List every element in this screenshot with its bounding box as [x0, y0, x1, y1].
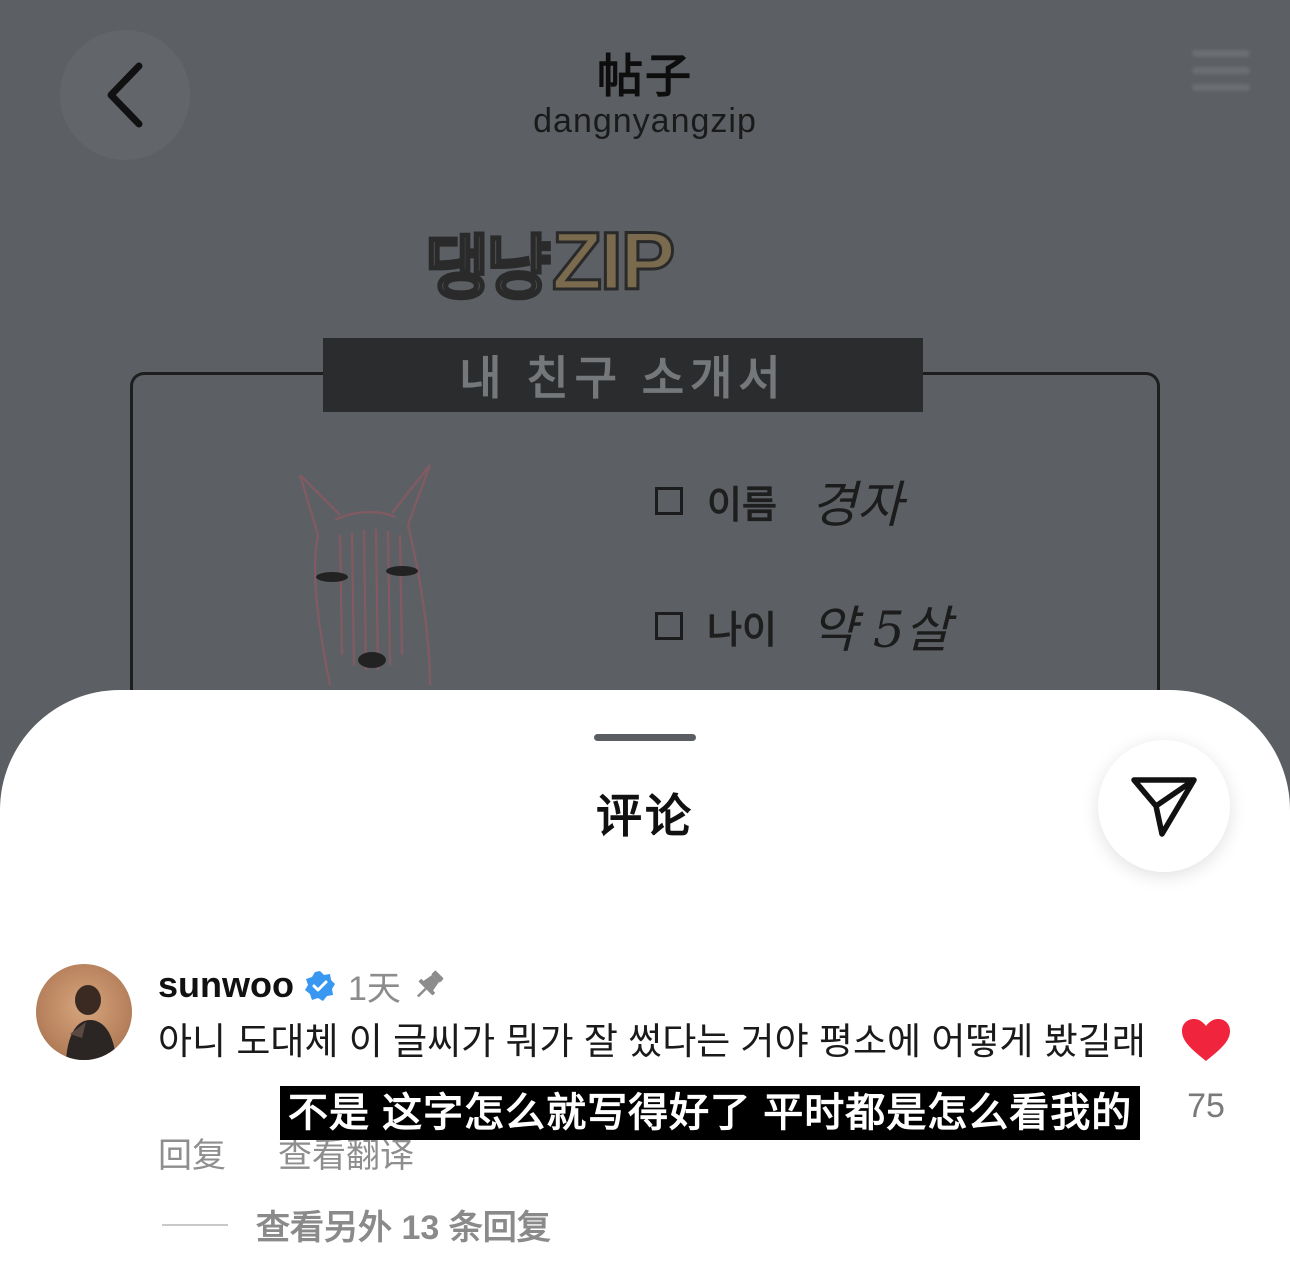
- heart-icon: [1182, 1019, 1230, 1061]
- reply-button[interactable]: 回复: [158, 1128, 226, 1177]
- sheet-title: 评论: [596, 790, 694, 842]
- field-label: 이름: [707, 484, 777, 527]
- video-subtitle: 不是 这字怎么就写得好了 平时都是怎么看我的: [280, 1086, 1141, 1140]
- sheet-grabber[interactable]: [594, 734, 696, 741]
- username[interactable]: sunwoo: [158, 964, 294, 1006]
- post-background: 帖子 dangnyangzip 댕냥 ZIP 내 친구 소개서 이름 경자 나이…: [0, 0, 1290, 720]
- logo-korean: 댕냥: [424, 227, 553, 308]
- comments-sheet: 评论 sunwoo 1天 아니 도대체 이 글씨가 뭐가 잘 썼다는 거야 평소…: [0, 690, 1290, 1270]
- comment-time: 1天: [347, 969, 401, 1008]
- field-value: 약 5살: [810, 601, 951, 659]
- dog-drawing: [298, 464, 432, 686]
- form-title-banner: 내 친구 소개서: [323, 338, 923, 412]
- comment-text: 아니 도대체 이 글씨가 뭐가 잘 썼다는 거야 평소에 어떻게 봤길래: [158, 1021, 1146, 1062]
- page-title: 帖子: [597, 50, 693, 102]
- form-title: 내 친구 소개서: [459, 352, 787, 404]
- more-replies-label: 查看另外 13 条回复: [256, 1209, 551, 1247]
- field-value: 경자: [810, 476, 903, 534]
- checkbox-icon: [655, 612, 683, 640]
- field-label: 나이: [707, 609, 777, 652]
- comment-header: sunwoo 1天: [158, 960, 447, 1010]
- page-subtitle: dangnyangzip: [533, 102, 757, 140]
- avatar[interactable]: [36, 964, 132, 1060]
- view-more-replies[interactable]: 查看另外 13 条回复: [162, 1200, 551, 1249]
- send-icon: [1131, 777, 1197, 837]
- post-logo: 댕냥 ZIP: [424, 212, 677, 312]
- pin-icon: [416, 970, 444, 998]
- field-age: 나이 약 5살: [655, 590, 951, 662]
- avatar-image: [66, 985, 116, 1060]
- like-count: 75: [1187, 1087, 1225, 1125]
- field-name: 이름 경자: [655, 465, 903, 537]
- like-button[interactable]: 75: [1178, 1018, 1234, 1126]
- share-button[interactable]: [1098, 740, 1230, 872]
- checkbox-icon: [655, 487, 683, 515]
- divider: [162, 1223, 228, 1226]
- logo-latin: ZIP: [550, 215, 677, 309]
- verified-badge-icon: [304, 971, 335, 1001]
